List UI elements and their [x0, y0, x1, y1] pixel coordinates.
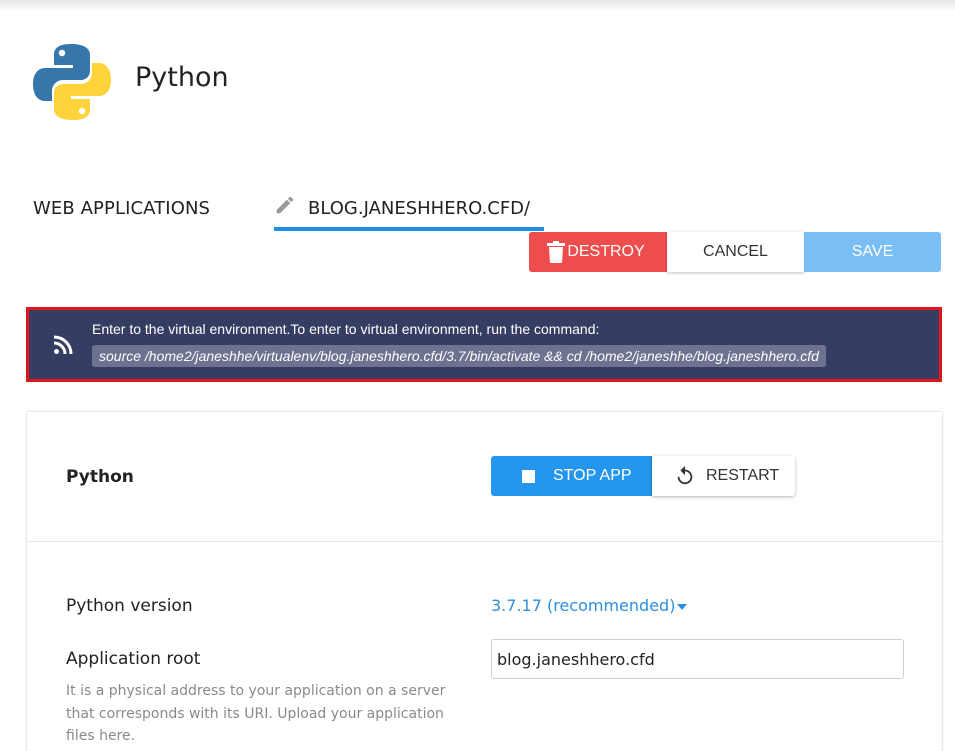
python-version-value: 3.7.17 (recommended) — [491, 596, 676, 615]
restart-icon — [677, 465, 693, 485]
top-shadow — [0, 0, 955, 12]
pencil-icon — [276, 196, 294, 214]
destroy-label: DESTROY — [567, 243, 645, 260]
tab-web-applications[interactable]: WEB APPLICATIONS — [33, 198, 210, 219]
app-root-help: It is a physical address to your applica… — [66, 683, 446, 744]
stop-icon — [522, 470, 535, 483]
tab-bar: WEB APPLICATIONS BLOG.JANESHHERO.CFD/ — [0, 190, 955, 232]
tab-domain-active[interactable]: BLOG.JANESHHERO.CFD/ — [274, 190, 544, 231]
python-version-dropdown[interactable]: 3.7.17 (recommended) — [491, 596, 688, 615]
restart-button[interactable]: RESTART — [652, 456, 795, 496]
stop-app-label: STOP APP — [553, 467, 632, 484]
rss-icon — [53, 335, 73, 355]
app-root-input[interactable] — [491, 639, 904, 679]
destroy-button[interactable]: DESTROY — [529, 232, 667, 272]
restart-label: RESTART — [706, 467, 780, 484]
python-version-label: Python version — [66, 596, 193, 616]
trash-icon — [547, 241, 565, 263]
card-title: Python — [66, 467, 134, 487]
save-button[interactable]: SAVE — [804, 232, 941, 272]
app-settings-card: Python STOP APP RESTART Python version 3… — [27, 412, 942, 751]
page-title: Python — [135, 62, 229, 93]
card-header: Python STOP APP RESTART — [27, 412, 942, 542]
app-root-label: Application root — [66, 649, 201, 669]
tab-domain-label: BLOG.JANESHHERO.CFD/ — [308, 198, 531, 219]
stop-app-button[interactable]: STOP APP — [491, 456, 652, 496]
python-logo-icon — [33, 44, 111, 120]
alert-message: Enter to the virtual environment.To ente… — [92, 321, 600, 337]
chevron-down-icon — [677, 603, 688, 610]
virtualenv-alert: Enter to the virtual environment.To ente… — [26, 307, 942, 382]
alert-command[interactable]: source /home2/janeshhe/virtualenv/blog.j… — [92, 345, 826, 367]
cancel-button[interactable]: CANCEL — [667, 232, 804, 272]
